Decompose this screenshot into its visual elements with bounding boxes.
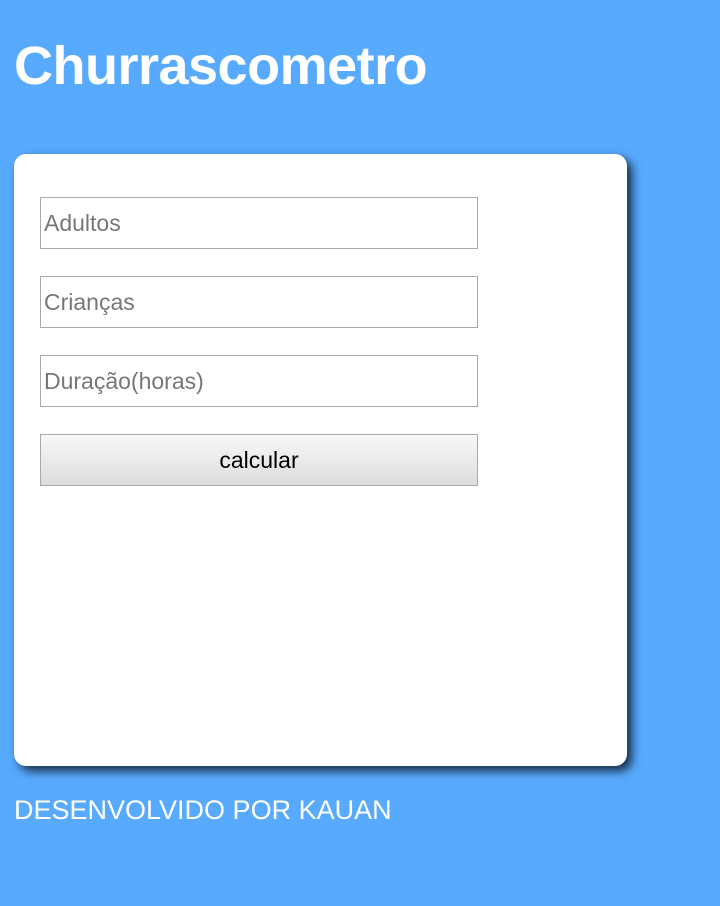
calcular-button[interactable]: calcular (40, 434, 478, 486)
form-card: calcular (14, 154, 627, 766)
adultos-input[interactable] (40, 197, 478, 249)
page-title: Churrascometro (14, 36, 428, 96)
duracao-input[interactable] (40, 355, 478, 407)
footer-credit: DESENVOLVIDO POR KAUAN (14, 795, 392, 825)
criancas-input[interactable] (40, 276, 478, 328)
